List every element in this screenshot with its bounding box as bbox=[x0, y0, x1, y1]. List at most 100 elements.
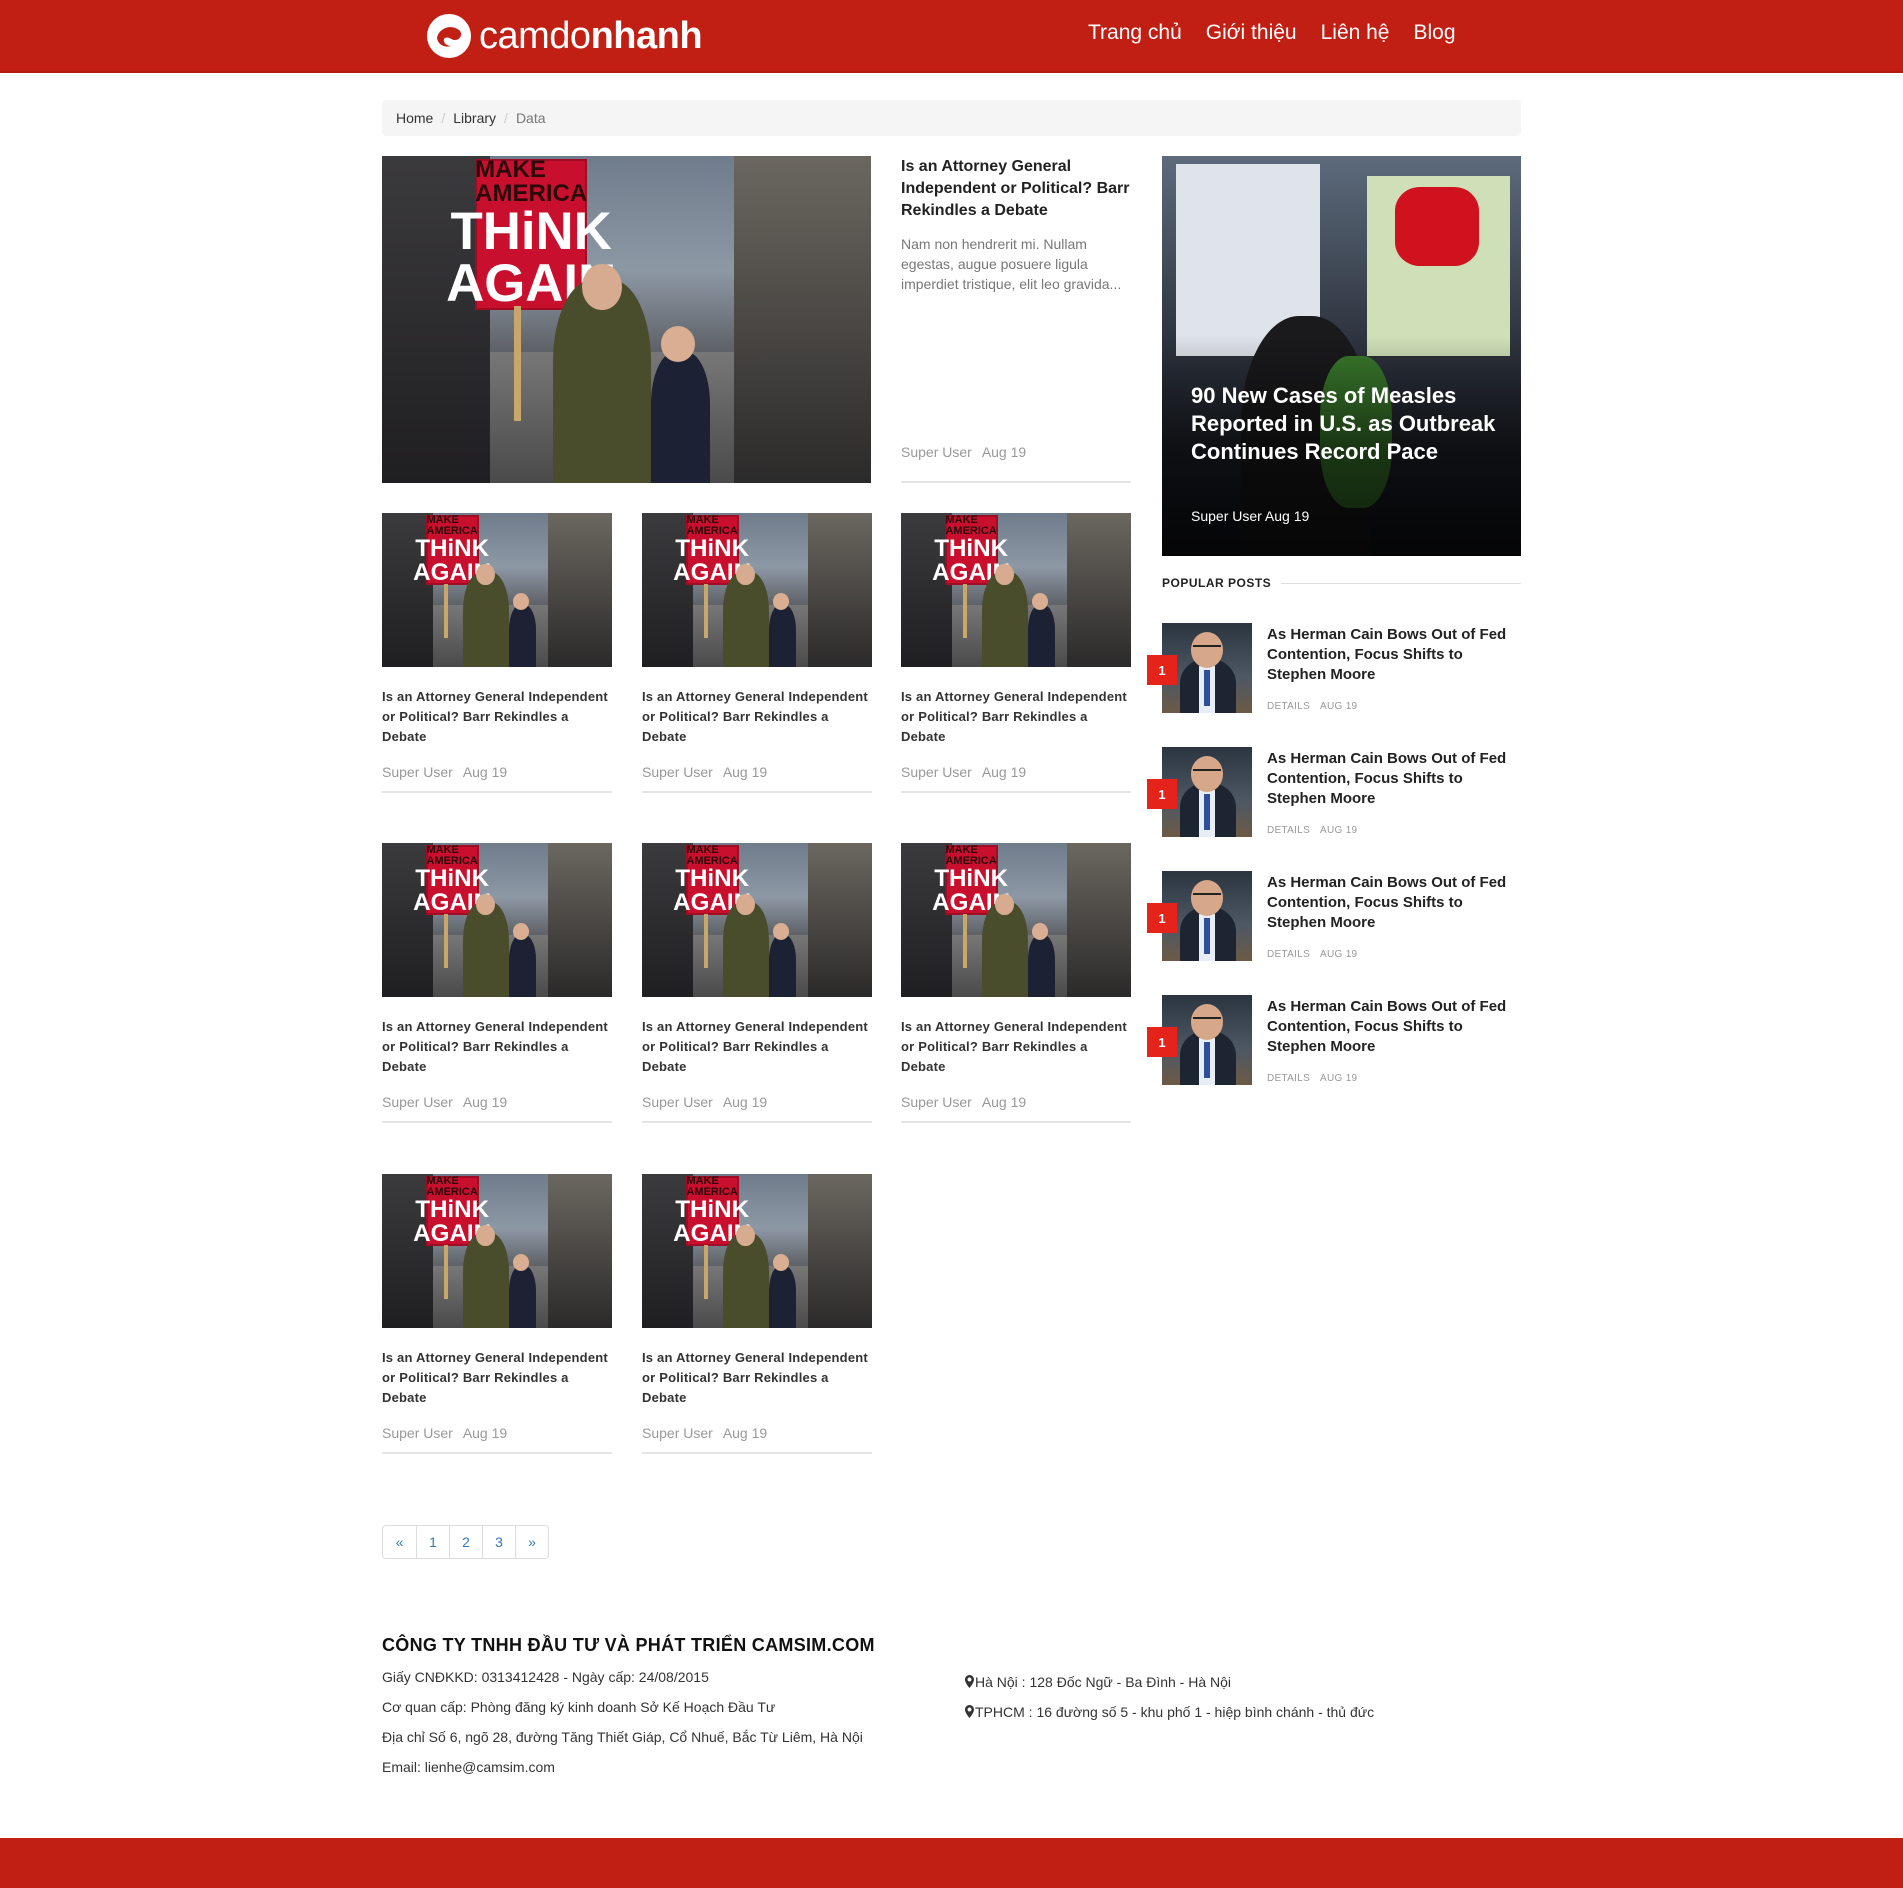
article-card-date: Aug 19 bbox=[981, 764, 1027, 780]
article-card[interactable]: MAKE AMERICA THiNK AGAIN Is an Attorney Gen… bbox=[642, 1174, 872, 1454]
article-card-image[interactable]: MAKE AMERICA THiNK AGAIN bbox=[901, 513, 1131, 667]
popular-post-date: AUG 19 bbox=[1320, 949, 1358, 960]
article-card-author: Super User bbox=[382, 1425, 453, 1441]
pagination-page-3[interactable]: 3 bbox=[482, 1526, 515, 1558]
breadcrumb-separator: / bbox=[441, 110, 446, 126]
article-card-author: Super User bbox=[642, 1094, 713, 1110]
article-card-meta: Super User Aug 19 bbox=[382, 1425, 612, 1441]
popular-post-details-link[interactable]: DETAILS bbox=[1267, 949, 1310, 960]
popular-post-item[interactable]: 1 As Herman Cain Bows Out of Fed Contenti… bbox=[1147, 995, 1521, 1085]
popular-post-meta: DETAILS AUG 19 bbox=[1267, 701, 1357, 712]
article-card[interactable]: MAKE AMERICA THiNK AGAIN Is an Attorney Gen… bbox=[382, 1174, 612, 1454]
protest-sign: MAKE AMERICA THiNK AGAIN bbox=[446, 157, 616, 310]
popular-post-details-link[interactable]: DETAILS bbox=[1267, 1073, 1310, 1084]
popular-post-title[interactable]: As Herman Cain Bows Out of Fed Contentio… bbox=[1267, 873, 1517, 933]
article-card[interactable]: MAKE AMERICA THiNK AGAIN Is an Attorney Gen… bbox=[901, 843, 1131, 1123]
article-card-meta: Super User Aug 19 bbox=[901, 764, 1131, 780]
featured-article-image[interactable]: MAKE AMERICA THiNK AGAIN bbox=[382, 156, 871, 483]
nav-home[interactable]: Trang chủ bbox=[1088, 21, 1182, 45]
article-card-date: Aug 19 bbox=[462, 1425, 508, 1441]
popular-post-rank-badge: 1 bbox=[1147, 1027, 1177, 1057]
sign-line-2: THiNK bbox=[450, 201, 612, 261]
article-card-title[interactable]: Is an Attorney General Independent or Po… bbox=[382, 1017, 612, 1077]
pagination-prev[interactable]: « bbox=[383, 1526, 416, 1558]
popular-post-details-link[interactable]: DETAILS bbox=[1267, 825, 1310, 836]
divider bbox=[382, 1452, 612, 1454]
article-card-date: Aug 19 bbox=[722, 764, 768, 780]
article-card-image[interactable]: MAKE AMERICA THiNK AGAIN bbox=[382, 513, 612, 667]
article-card-date: Aug 19 bbox=[981, 1094, 1027, 1110]
article-card-title[interactable]: Is an Attorney General Independent or Po… bbox=[642, 1348, 872, 1408]
protest-sign: MAKE AMERICA THiNK AGAIN bbox=[673, 1174, 751, 1247]
site-logo[interactable]: camdonhanh bbox=[427, 13, 703, 59]
article-card-image[interactable]: MAKE AMERICA THiNK AGAIN bbox=[642, 1174, 872, 1328]
nav-about[interactable]: Giới thiệu bbox=[1206, 21, 1297, 45]
article-card-author: Super User bbox=[901, 1094, 972, 1110]
sign-line-2: THiNK bbox=[934, 534, 1009, 562]
sidebar-featured-article[interactable]: 90 New Cases of Measles Reported in U.S.… bbox=[1162, 156, 1521, 556]
featured-article-excerpt: Nam non hendrerit mi. Nullam egestas, au… bbox=[901, 236, 1122, 292]
nav-contact[interactable]: Liên hệ bbox=[1321, 21, 1390, 45]
footer-bar bbox=[0, 1838, 1903, 1888]
article-card-title[interactable]: Is an Attorney General Independent or Po… bbox=[382, 1348, 612, 1408]
article-card-image[interactable]: MAKE AMERICA THiNK AGAIN bbox=[642, 843, 872, 997]
protest-sign: MAKE AMERICA THiNK AGAIN bbox=[413, 844, 491, 916]
popular-post-item[interactable]: 1 As Herman Cain Bows Out of Fed Contenti… bbox=[1147, 871, 1521, 961]
article-card-title[interactable]: Is an Attorney General Independent or Po… bbox=[382, 687, 612, 747]
article-card-author: Super User bbox=[382, 764, 453, 780]
site-header: camdonhanh Trang chủ Giới thiệu Liên hệ … bbox=[0, 0, 1903, 73]
map-pin-icon bbox=[965, 1705, 974, 1718]
featured-date: Aug 19 bbox=[981, 444, 1027, 460]
popular-post-item[interactable]: 1 As Herman Cain Bows Out of Fed Contenti… bbox=[1147, 747, 1521, 837]
pagination-page-1[interactable]: 1 bbox=[416, 1526, 449, 1558]
article-card-author: Super User bbox=[642, 1425, 713, 1441]
article-card-image[interactable]: MAKE AMERICA THiNK AGAIN bbox=[642, 513, 872, 667]
article-card[interactable]: MAKE AMERICA THiNK AGAIN Is an Attorney Gen… bbox=[642, 843, 872, 1123]
breadcrumb-home[interactable]: Home bbox=[396, 110, 433, 126]
pagination-next[interactable]: » bbox=[515, 1526, 548, 1558]
featured-article-title[interactable]: Is an Attorney General Independent or Po… bbox=[901, 156, 1131, 222]
footer-company-info: Giấy CNĐKKD: 0313412428 - Ngày cấp: 24/0… bbox=[382, 1669, 863, 1789]
article-card-date: Aug 19 bbox=[462, 764, 508, 780]
popular-post-rank-badge: 1 bbox=[1147, 655, 1177, 685]
article-card-meta: Super User Aug 19 bbox=[642, 764, 872, 780]
logo-text-bold: nhanh bbox=[590, 14, 703, 57]
popular-post-title[interactable]: As Herman Cain Bows Out of Fed Contentio… bbox=[1267, 625, 1517, 685]
breadcrumb-library[interactable]: Library bbox=[453, 110, 496, 126]
logo-text: camdonhanh bbox=[479, 14, 703, 58]
popular-post-title[interactable]: As Herman Cain Bows Out of Fed Contentio… bbox=[1267, 749, 1517, 809]
article-card-title[interactable]: Is an Attorney General Independent or Po… bbox=[642, 687, 872, 747]
popular-post-details-link[interactable]: DETAILS bbox=[1267, 701, 1310, 712]
article-card[interactable]: MAKE AMERICA THiNK AGAIN Is an Attorney Gen… bbox=[642, 513, 872, 793]
sidebar-featured-title[interactable]: 90 New Cases of Measles Reported in U.S.… bbox=[1191, 382, 1511, 466]
article-card[interactable]: MAKE AMERICA THiNK AGAIN Is an Attorney Gen… bbox=[382, 513, 612, 793]
footer-issuer: Cơ quan cấp: Phòng đăng ký kinh doanh Sở… bbox=[382, 1699, 776, 1715]
popular-post-meta: DETAILS AUG 19 bbox=[1267, 949, 1357, 960]
sign-line-1: MAKE AMERICA bbox=[945, 513, 997, 537]
popular-post-date: AUG 19 bbox=[1320, 1073, 1358, 1084]
pagination-page-2[interactable]: 2 bbox=[449, 1526, 482, 1558]
article-card-image[interactable]: MAKE AMERICA THiNK AGAIN bbox=[382, 1174, 612, 1328]
article-card-meta: Super User Aug 19 bbox=[901, 1094, 1131, 1110]
sign-line-2: THiNK bbox=[415, 864, 490, 892]
article-card-author: Super User bbox=[642, 764, 713, 780]
article-card-author: Super User bbox=[382, 1094, 453, 1110]
article-card-title[interactable]: Is an Attorney General Independent or Po… bbox=[642, 1017, 872, 1077]
nav-blog[interactable]: Blog bbox=[1414, 21, 1456, 45]
footer-address: Địa chỉ Số 6, ngõ 28, đường Tăng Thiết G… bbox=[382, 1729, 863, 1745]
article-card[interactable]: MAKE AMERICA THiNK AGAIN Is an Attorney Gen… bbox=[901, 513, 1131, 793]
pagination: « 1 2 3 » bbox=[382, 1525, 549, 1559]
protest-sign: MAKE AMERICA THiNK AGAIN bbox=[932, 513, 1010, 586]
popular-posts-heading: POPULAR POSTS bbox=[1162, 576, 1521, 590]
article-card-image[interactable]: MAKE AMERICA THiNK AGAIN bbox=[382, 843, 612, 997]
popular-post-title[interactable]: As Herman Cain Bows Out of Fed Contentio… bbox=[1267, 997, 1517, 1057]
popular-post-item[interactable]: 1 As Herman Cain Bows Out of Fed Contenti… bbox=[1147, 623, 1521, 713]
breadcrumb-separator: / bbox=[504, 110, 508, 126]
article-card-image[interactable]: MAKE AMERICA THiNK AGAIN bbox=[901, 843, 1131, 997]
article-card[interactable]: MAKE AMERICA THiNK AGAIN Is an Attorney Gen… bbox=[382, 843, 612, 1123]
popular-posts-label: POPULAR POSTS bbox=[1162, 576, 1272, 590]
article-card-title[interactable]: Is an Attorney General Independent or Po… bbox=[901, 1017, 1131, 1077]
sign-line-1: MAKE AMERICA bbox=[686, 1174, 738, 1198]
article-card-title[interactable]: Is an Attorney General Independent or Po… bbox=[901, 687, 1131, 747]
footer-address-hanoi: Hà Nội : 128 Đốc Ngữ - Ba Đình - Hà Nội bbox=[975, 1674, 1232, 1690]
